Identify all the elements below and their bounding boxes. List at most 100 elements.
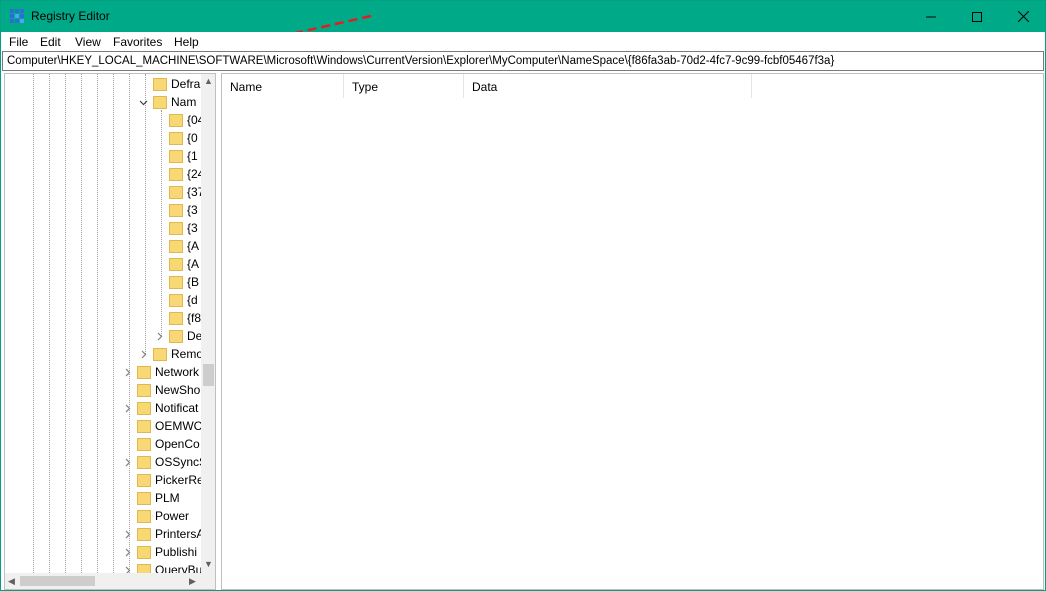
tree-guide-line	[145, 74, 146, 354]
folder-icon	[137, 455, 151, 469]
menu-edit[interactable]: Edit	[40, 35, 61, 49]
tree-node[interactable]: {f8	[169, 309, 201, 327]
scroll-thumb[interactable]	[20, 576, 95, 586]
tree-node[interactable]: {0	[169, 129, 198, 147]
folder-icon	[153, 347, 167, 361]
folder-icon	[169, 131, 183, 145]
menu-view[interactable]: View	[75, 35, 101, 49]
close-button[interactable]	[1000, 1, 1046, 32]
tree-node[interactable]: {B	[169, 273, 199, 291]
folder-icon	[169, 293, 183, 307]
tree-guide-line	[33, 74, 34, 573]
maximize-button[interactable]	[954, 1, 1000, 32]
tree-guide-line	[65, 74, 66, 573]
tree-horizontal-scrollbar[interactable]: ◀ ▶	[5, 573, 201, 589]
folder-icon	[169, 239, 183, 253]
folder-icon	[169, 203, 183, 217]
chevron-right-icon[interactable]	[123, 404, 132, 413]
minimize-button[interactable]	[908, 1, 954, 32]
folder-icon	[153, 77, 167, 91]
chevron-right-icon[interactable]	[123, 458, 132, 467]
chevron-right-icon[interactable]	[123, 530, 132, 539]
tree-node[interactable]: {04	[169, 111, 204, 129]
scroll-right-icon[interactable]: ▶	[189, 576, 196, 587]
folder-icon	[169, 221, 183, 235]
column-header-data[interactable]: Data	[464, 74, 752, 98]
folder-icon	[169, 167, 183, 181]
menu-help[interactable]: Help	[174, 35, 199, 49]
tree-node[interactable]: {24	[169, 165, 204, 183]
menu-file[interactable]: File	[9, 35, 28, 49]
chevron-right-icon[interactable]	[139, 350, 148, 359]
folder-icon	[137, 473, 151, 487]
tree-vertical-scrollbar[interactable]: ▲ ▼	[201, 74, 215, 573]
tree-node[interactable]: Defra	[153, 75, 200, 93]
tree-guide-line	[161, 110, 162, 336]
tree-node[interactable]: Nam	[153, 93, 196, 111]
tree-node[interactable]: {A	[169, 237, 199, 255]
tree-node[interactable]: NewSho	[137, 381, 200, 399]
folder-icon	[169, 185, 183, 199]
tree-node[interactable]: OEMWC	[137, 417, 202, 435]
minimize-icon	[926, 16, 936, 17]
folder-icon	[137, 365, 151, 379]
chevron-down-icon[interactable]	[139, 98, 148, 107]
address-bar[interactable]: Computer\HKEY_LOCAL_MACHINE\SOFTWARE\Mic…	[2, 51, 1044, 71]
scrollbar-corner	[201, 573, 215, 589]
window-title: Registry Editor	[31, 9, 110, 23]
tree-node[interactable]: Notificat	[137, 399, 198, 417]
tree-node[interactable]: {1	[169, 147, 198, 165]
tree-node[interactable]: Power	[137, 507, 189, 525]
tree-node[interactable]: PickerRe	[137, 471, 204, 489]
folder-icon	[137, 491, 151, 505]
folder-icon	[137, 437, 151, 451]
folder-icon	[169, 311, 183, 325]
folder-icon	[169, 149, 183, 163]
tree-guide-line	[129, 74, 130, 573]
tree-guide-line	[113, 74, 114, 573]
folder-icon	[169, 275, 183, 289]
registry-editor-icon	[10, 9, 24, 23]
column-header-type[interactable]: Type	[344, 74, 464, 98]
folder-icon	[169, 257, 183, 271]
key-tree-pane[interactable]: Defra Nam {04 {0 {1 {24 {37 {3 {3 {A {A …	[4, 73, 216, 590]
tree-node[interactable]: {3	[169, 201, 198, 219]
tree-node[interactable]: Network	[137, 363, 199, 381]
tree-node[interactable]: OSSyncS	[137, 453, 207, 471]
folder-icon	[137, 383, 151, 397]
tree-node[interactable]: De	[169, 327, 202, 345]
tree-node[interactable]: Publishi	[137, 543, 197, 561]
tree-node[interactable]: {3	[169, 219, 198, 237]
maximize-icon	[972, 11, 982, 22]
tree-guide-line	[49, 74, 50, 573]
folder-icon	[169, 329, 183, 343]
menu-bar: File Edit View Favorites Help	[1, 32, 1045, 51]
folder-icon	[137, 401, 151, 415]
address-path: Computer\HKEY_LOCAL_MACHINE\SOFTWARE\Mic…	[7, 55, 835, 67]
chevron-right-icon[interactable]	[123, 548, 132, 557]
title-bar: Registry Editor	[1, 1, 1045, 32]
scroll-up-icon[interactable]: ▲	[204, 76, 213, 86]
scroll-thumb[interactable]	[203, 364, 214, 386]
folder-icon	[137, 527, 151, 541]
scroll-down-icon[interactable]: ▼	[204, 559, 213, 569]
tree-guide-line	[81, 74, 82, 573]
menu-favorites[interactable]: Favorites	[113, 35, 162, 49]
column-header-name[interactable]: Name	[222, 74, 344, 98]
registry-editor-window: Registry Editor File Edit View Favorites…	[0, 0, 1046, 591]
tree-node[interactable]: {A	[169, 255, 199, 273]
tree-node[interactable]: {37	[169, 183, 204, 201]
folder-icon	[153, 95, 167, 109]
scroll-left-icon[interactable]: ◀	[8, 576, 15, 587]
tree-node[interactable]: PrintersA	[137, 525, 204, 543]
chevron-right-icon[interactable]	[155, 332, 164, 341]
tree-node[interactable]: OpenCo	[137, 435, 200, 453]
tree-guide-line	[97, 74, 98, 573]
tree-node[interactable]: Remo	[153, 345, 203, 363]
close-icon	[1017, 11, 1029, 22]
tree-node[interactable]: PLM	[137, 489, 180, 507]
values-list-pane[interactable]: Name Type Data	[221, 73, 1044, 590]
chevron-right-icon[interactable]	[123, 368, 132, 377]
tree-node[interactable]: {d	[169, 291, 198, 309]
folder-icon	[137, 545, 151, 559]
